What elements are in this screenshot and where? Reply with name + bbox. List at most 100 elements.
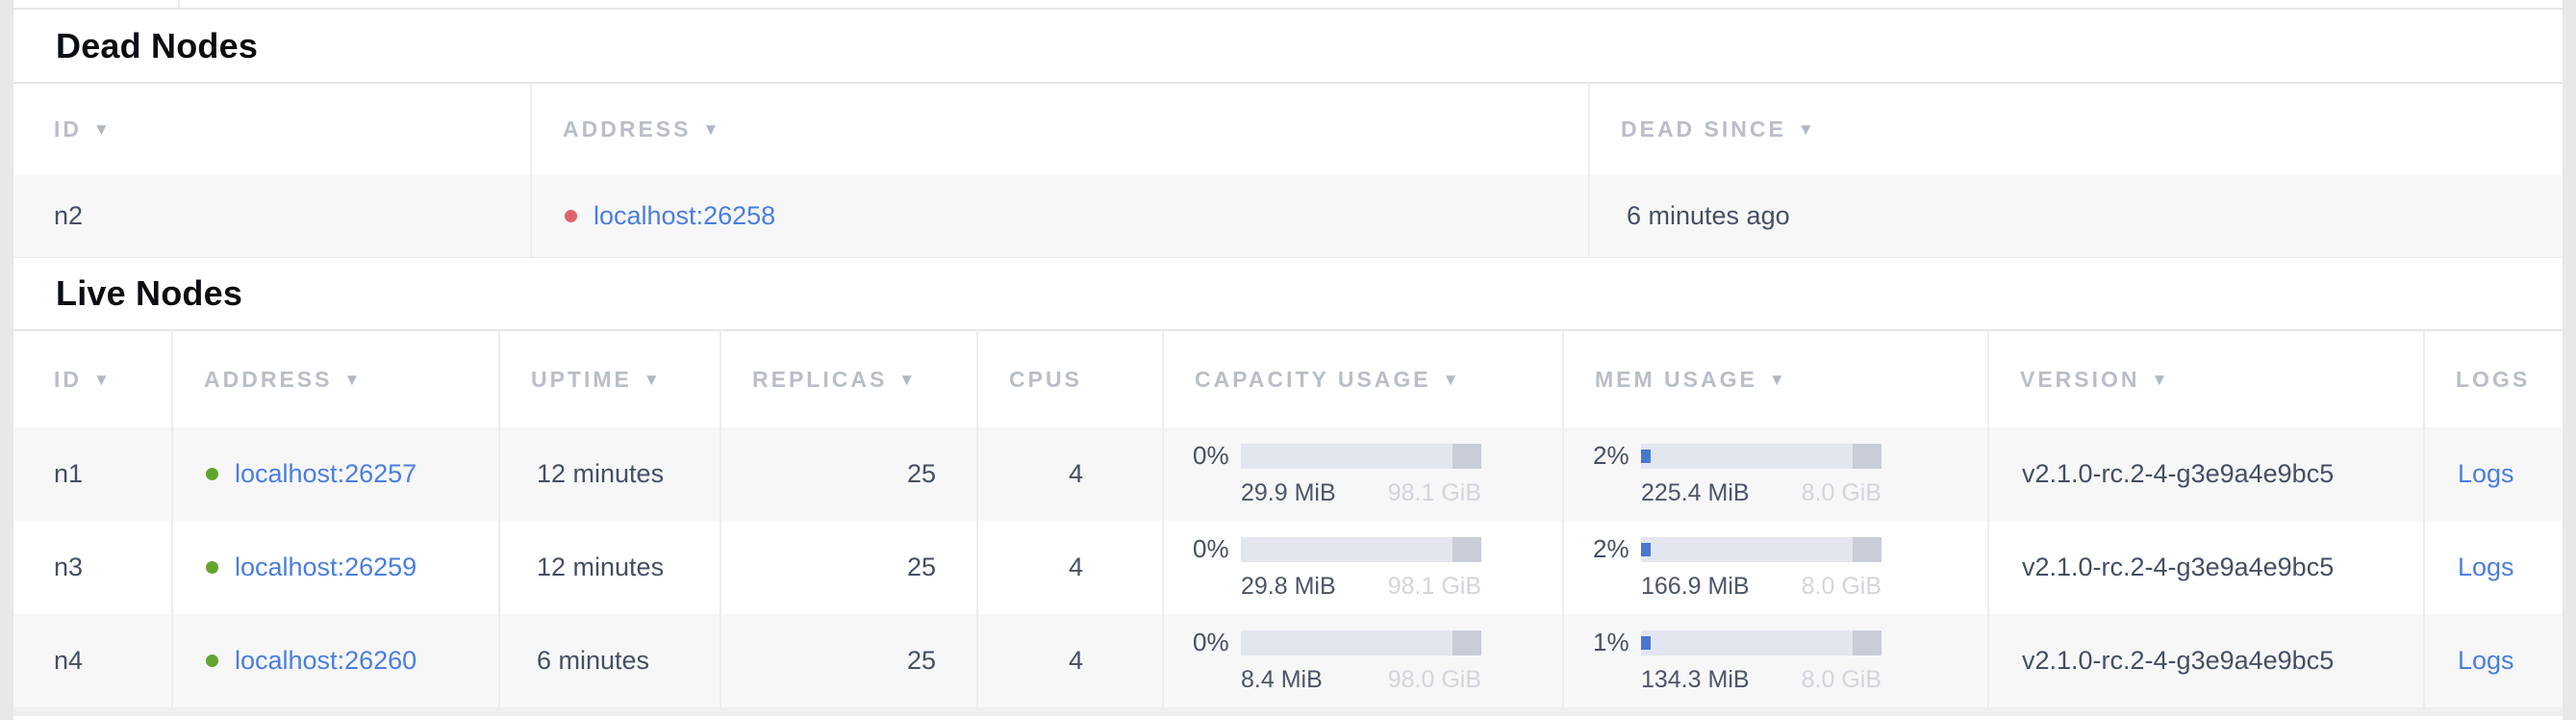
dead-since-cell: 6 minutes ago (1589, 175, 2563, 258)
capacity-usage-cell: 0%29.9 MiB98.1 GiB (1163, 427, 1563, 521)
mem-usage-end-block (1853, 630, 1881, 656)
column-header-version[interactable]: VERSION ▼ (1988, 330, 2424, 427)
capacity-total-value: 98.1 GiB (1388, 573, 1481, 601)
node-address-cell: localhost:26258 (531, 175, 1589, 258)
table-row: n3localhost:2625912 minutes2540%29.8 MiB… (13, 521, 2563, 614)
uptime-cell: 12 minutes (499, 521, 720, 614)
mem-usage-cell: 2%225.4 MiB8.0 GiB (1563, 427, 1988, 521)
mem-usage-percent: 1% (1593, 628, 1641, 657)
node-address-link[interactable]: localhost:26260 (235, 646, 417, 675)
version-cell: v2.1.0-rc.2-4-g3e9a4e9bc5 (1988, 521, 2424, 614)
capacity-usage-end-block (1452, 630, 1481, 656)
column-header-logs: LOGS (2424, 330, 2563, 427)
sort-desc-icon: ▼ (1769, 371, 1785, 389)
table-row: n4localhost:262606 minutes2540%8.4 MiB98… (13, 614, 2563, 707)
mem-usage-bar (1641, 444, 1881, 469)
capacity-usage-cell: 0% 8.4 MiB98.0 GiB (1163, 614, 1563, 707)
capacity-usage-percent: 0% (1193, 441, 1241, 471)
capacity-usage-labels: 29.9 MiB98.1 GiB (1241, 479, 1481, 507)
mem-usage: 2%166.9 MiB8.0 GiB (1564, 534, 1987, 601)
sort-desc-icon: ▼ (2152, 371, 2168, 389)
capacity-usage-bar (1241, 444, 1481, 469)
mem-used-value: 134.3 MiB (1641, 666, 1750, 694)
capacity-usage-cell: 0%29.8 MiB98.1 GiB (1163, 521, 1563, 614)
mem-total-value: 8.0 GiB (1802, 479, 1881, 507)
node-address-cell: localhost:26259 (172, 521, 499, 614)
cpus-cell: 4 (977, 521, 1163, 614)
sort-desc-icon: ▼ (1443, 371, 1459, 389)
column-header-id[interactable]: ID▼ (13, 83, 531, 175)
mem-usage-bar (1641, 630, 1881, 656)
column-header-replicas[interactable]: REPLICAS▼ (720, 330, 977, 427)
mem-usage-bar-row: 1% (1593, 628, 1987, 657)
mem-total-value: 8.0 GiB (1802, 573, 1881, 601)
sort-desc-icon: ▼ (93, 120, 110, 139)
table-row: n2localhost:262586 minutes ago (13, 175, 2563, 258)
sort-desc-icon: ▼ (1798, 120, 1814, 139)
capacity-usage: 0% 8.4 MiB98.0 GiB (1164, 628, 1562, 694)
capacity-usage-labels: 8.4 MiB98.0 GiB (1241, 666, 1481, 694)
live-status-icon (206, 655, 218, 667)
mem-usage: 2%225.4 MiB8.0 GiB (1564, 441, 1987, 507)
sort-desc-icon: ▼ (898, 371, 915, 389)
capacity-usage-end-block (1452, 444, 1481, 469)
mem-usage-cell: 2%166.9 MiB8.0 GiB (1563, 521, 1988, 614)
live-status-icon (206, 468, 218, 480)
column-header-id[interactable]: ID▼ (13, 330, 172, 427)
node-address-link[interactable]: localhost:26259 (235, 553, 417, 581)
capacity-usage-labels: 29.8 MiB98.1 GiB (1241, 573, 1481, 601)
mem-total-value: 8.0 GiB (1802, 666, 1881, 694)
column-header-label: ADDRESS (563, 116, 691, 141)
node-id-cell: n1 (13, 427, 172, 521)
version-cell: v2.1.0-rc.2-4-g3e9a4e9bc5 (1988, 614, 2424, 707)
capacity-usage-bar-row: 0% (1193, 628, 1562, 657)
dead-nodes-table-container: ID▼ADDRESS▼DEAD SINCE▼n2localhost:262586… (13, 82, 2563, 258)
logs-link[interactable]: Logs (2458, 459, 2514, 488)
column-header-label: CAPACITY USAGE (1195, 367, 1431, 392)
replicas-cell: 25 (720, 521, 977, 614)
bottom-divider (13, 707, 2563, 716)
cluster-nodes-panel: Dead Nodes ID▼ADDRESS▼DEAD SINCE▼n2local… (13, 0, 2563, 720)
mem-usage-end-block (1853, 537, 1881, 562)
capacity-usage-bar-row: 0% (1193, 534, 1562, 564)
mem-usage-labels: 225.4 MiB8.0 GiB (1641, 479, 1881, 507)
mem-usage-percent: 2% (1593, 441, 1641, 471)
dead-status-icon (565, 210, 577, 222)
column-header-label: ADDRESS (204, 367, 332, 392)
capacity-usage-percent: 0% (1193, 534, 1241, 564)
capacity-total-value: 98.1 GiB (1388, 479, 1481, 507)
column-header-address[interactable]: ADDRESS ▼ (172, 330, 499, 427)
sort-desc-icon: ▼ (644, 371, 660, 389)
mem-usage-fill (1641, 543, 1651, 556)
column-header-label: VERSION (2020, 367, 2140, 392)
node-address-link[interactable]: localhost:26257 (235, 459, 417, 488)
mem-usage-bar (1641, 537, 1881, 562)
column-header-cpus: CPUS (977, 330, 1163, 427)
sort-desc-icon: ▼ (702, 120, 719, 139)
column-header-capacity[interactable]: CAPACITY USAGE ▼ (1163, 330, 1563, 427)
capacity-usage: 0%29.8 MiB98.1 GiB (1164, 534, 1562, 601)
table-header-row: ID▼ADDRESS▼UPTIME▼REPLICAS▼CPUSCAPACITY … (13, 330, 2563, 427)
mem-used-value: 166.9 MiB (1641, 573, 1750, 601)
cpus-cell: 4 (977, 614, 1163, 707)
column-header-dead_since[interactable]: DEAD SINCE▼ (1589, 83, 2563, 175)
cluster-overview-page: { "colors": { "link_blue": "#4a7ee0", "l… (0, 0, 2576, 720)
column-header-label: LOGS (2456, 367, 2530, 392)
column-header-mem[interactable]: MEM USAGE ▼ (1563, 330, 1988, 427)
column-header-address[interactable]: ADDRESS ▼ (531, 83, 1589, 175)
column-header-uptime[interactable]: UPTIME▼ (499, 330, 720, 427)
logs-link[interactable]: Logs (2458, 646, 2514, 675)
dead-nodes-table: ID▼ADDRESS▼DEAD SINCE▼n2localhost:262586… (13, 82, 2563, 258)
sort-desc-icon: ▼ (343, 371, 360, 389)
node-id-cell: n3 (13, 521, 172, 614)
mem-usage-cell: 1%134.3 MiB 8.0 GiB (1563, 614, 1988, 707)
mem-usage-fill (1641, 450, 1651, 463)
capacity-usage-end-block (1452, 537, 1481, 562)
logs-link[interactable]: Logs (2458, 553, 2514, 581)
node-address-link[interactable]: localhost:26258 (593, 201, 775, 230)
mem-usage: 1%134.3 MiB 8.0 GiB (1564, 628, 1987, 694)
capacity-total-value: 98.0 GiB (1388, 666, 1481, 694)
live-nodes-title: Live Nodes (13, 258, 2563, 329)
column-header-label: MEM USAGE (1595, 367, 1757, 392)
cpus-cell: 4 (977, 427, 1163, 521)
